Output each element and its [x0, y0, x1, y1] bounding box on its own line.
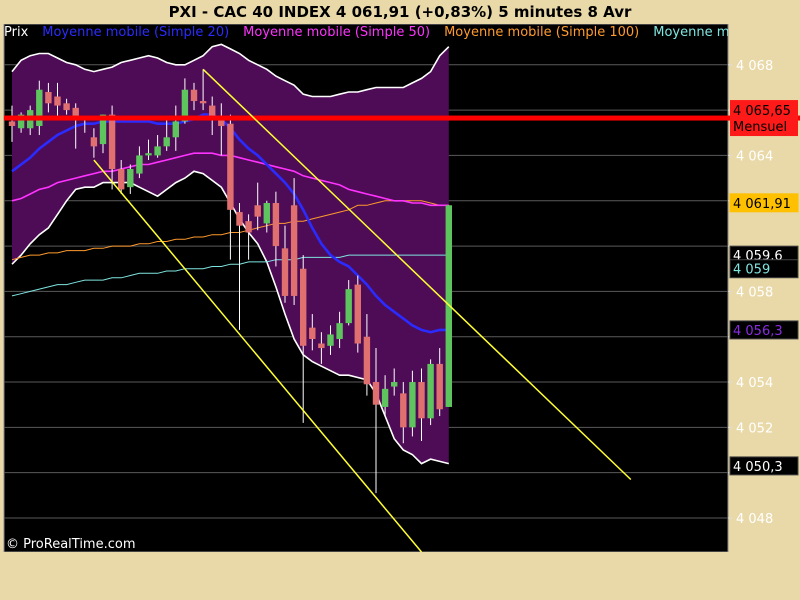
candle-body — [54, 96, 61, 106]
legend-entry: Moyenne mobile (Simple 20) — [42, 25, 230, 40]
candle-body — [391, 382, 398, 387]
candle-body — [345, 289, 352, 324]
candle-body — [90, 137, 98, 147]
candle-body — [263, 203, 270, 224]
candle-body — [145, 153, 152, 156]
candle-body — [236, 212, 243, 226]
y-tick-label: 4 054 — [736, 376, 773, 391]
candle-body — [327, 334, 334, 346]
y-tick-label: 4 068 — [736, 59, 773, 74]
candle-body — [290, 205, 298, 296]
candle-body — [190, 89, 198, 102]
candle-body — [336, 323, 343, 339]
candle-body — [300, 268, 307, 346]
chart-title: PXI - CAC 40 INDEX 4 061,91 (+0,83%) 5 m… — [168, 3, 632, 21]
candle-body — [272, 203, 280, 247]
candle-body — [427, 363, 434, 419]
candle-body — [199, 101, 207, 104]
legend-entry: Moyenne mobile (Simple 100) — [444, 25, 640, 40]
candle-body — [8, 121, 16, 126]
candle-body — [354, 284, 361, 344]
candle-body — [409, 382, 416, 428]
candle-body — [227, 123, 234, 210]
y-tick-label: 4 058 — [736, 285, 773, 300]
price-label: 4 059 — [733, 263, 770, 278]
price-label: 4 056,3 — [733, 324, 783, 339]
legend-entry: Moyenne mobile (Simple 200) — [653, 25, 728, 40]
candle-body — [172, 121, 179, 138]
indicator-legend: Prix Moyenne mobile (Simple 20) Moyenne mo… — [4, 24, 728, 42]
candle-body — [127, 169, 134, 188]
candle-body — [309, 327, 316, 339]
candle-body — [45, 91, 52, 104]
legend-entry: Moyenne mobile (Simple 50) — [243, 25, 431, 40]
candle-body — [254, 205, 261, 217]
candle-body — [418, 382, 425, 419]
copyright-text: © ProRealTime.com — [6, 537, 136, 552]
chart-area[interactable]: 4 068 4 064 4 058 4 054 4 052 4 048 4 065,65 Me… — [0, 23, 800, 574]
candle-body — [281, 248, 289, 296]
candle-body — [63, 103, 70, 111]
candle-body — [154, 146, 161, 156]
candle-body — [108, 114, 116, 170]
y-tick-label: 4 052 — [736, 421, 773, 436]
candle-body — [381, 388, 389, 407]
candle-body — [136, 155, 143, 174]
candle-body — [436, 363, 443, 410]
candle-body — [318, 343, 325, 349]
candle-body — [163, 137, 170, 147]
monthly-level-line — [4, 115, 800, 121]
price-chart-svg[interactable]: 4 068 4 064 4 058 4 054 4 052 4 048 4 065,65Me… — [0, 23, 800, 574]
candle-body — [372, 382, 380, 405]
candle-body — [363, 336, 371, 385]
candle-body — [400, 393, 407, 428]
y-tick-label: 4 064 — [736, 149, 773, 164]
candle-body — [118, 169, 125, 190]
price-label: 4 061,91 — [733, 197, 791, 212]
monthly-price-sublabel: Mensuel — [733, 120, 787, 135]
monthly-price-label: 4 065,65 — [733, 104, 791, 119]
price-label: 4 050,3 — [733, 460, 783, 475]
y-tick-label: 4 048 — [736, 512, 773, 527]
candle-body — [245, 221, 252, 233]
legend-entry: Prix — [4, 25, 29, 40]
